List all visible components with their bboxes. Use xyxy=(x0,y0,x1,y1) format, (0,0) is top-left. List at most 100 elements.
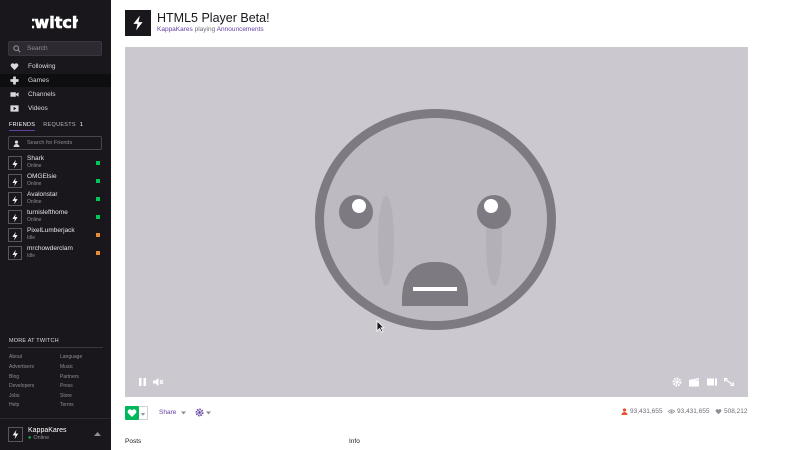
playing-text: playing xyxy=(194,26,216,33)
footer-link[interactable]: Music xyxy=(60,364,73,370)
volume-icon[interactable] xyxy=(152,377,164,387)
nav-videos[interactable]: Videos xyxy=(0,102,111,115)
lightning-icon xyxy=(133,15,143,31)
footer-link[interactable]: About xyxy=(9,354,22,360)
status-dot-idle xyxy=(96,251,100,255)
footer-link[interactable]: Partners xyxy=(60,374,79,380)
chevron-down-icon[interactable] xyxy=(206,411,211,415)
lightning-icon xyxy=(12,213,18,223)
person-icon xyxy=(621,408,628,415)
friend-item[interactable]: mrchowderclam Idle xyxy=(8,245,100,260)
more-at-twitch-heading: MORE AT TWITCH xyxy=(9,338,59,344)
share-button[interactable]: Share xyxy=(159,409,176,416)
friend-avatar xyxy=(8,174,22,188)
nav-following[interactable]: Following xyxy=(0,60,111,73)
friend-item[interactable]: Avalonstar Online xyxy=(8,191,100,206)
status-dot-idle xyxy=(96,233,100,237)
friend-status: Online xyxy=(27,163,42,169)
heart-icon xyxy=(127,409,137,417)
status-dot-online xyxy=(96,179,100,183)
footer-link[interactable]: Language xyxy=(60,354,82,360)
friends-tabs: FRIENDS REQUESTS 1 xyxy=(9,122,83,131)
heart-icon xyxy=(10,63,19,71)
user-status: ● Online xyxy=(28,435,49,441)
sloth-emote-placeholder xyxy=(315,109,556,330)
friend-status: Online xyxy=(27,217,42,223)
search-input[interactable]: Search xyxy=(8,41,102,56)
hearts-stat: 508,212 xyxy=(715,408,748,415)
chevron-up-icon[interactable] xyxy=(94,431,101,437)
friend-name: PixelLumberjack xyxy=(27,227,75,234)
friend-status: Online xyxy=(27,199,42,205)
tab-requests[interactable]: REQUESTS xyxy=(43,122,76,131)
streamer-link[interactable]: KappaKares xyxy=(157,26,193,33)
friend-item[interactable]: PixelLumberjack Idle xyxy=(8,227,100,242)
footer-link[interactable]: Terms xyxy=(60,402,74,408)
search-placeholder: Search xyxy=(27,45,48,52)
friends-search-input[interactable]: Search for Friends xyxy=(8,136,102,150)
friend-item[interactable]: Shark Online xyxy=(8,155,100,170)
friend-avatar xyxy=(8,228,22,242)
follow-button[interactable] xyxy=(125,406,139,420)
tab-friends[interactable]: FRIENDS xyxy=(9,122,36,131)
play-icon xyxy=(10,105,19,112)
lightning-icon xyxy=(12,195,18,205)
status-dot-online xyxy=(96,197,100,201)
footer-link[interactable]: Press xyxy=(60,383,73,389)
svg-text:twitch: twitch xyxy=(32,13,78,32)
friends-search-placeholder: Search for Friends xyxy=(27,140,73,146)
settings-icon[interactable] xyxy=(671,377,683,387)
chevron-down-icon xyxy=(140,413,146,416)
gear-icon[interactable] xyxy=(195,408,204,417)
mouse-cursor-icon xyxy=(376,320,385,333)
nav-games-label: Games xyxy=(28,77,49,84)
clip-icon[interactable] xyxy=(688,377,700,387)
footer-link[interactable]: Advertisers xyxy=(9,364,34,370)
follow-dropdown-button[interactable] xyxy=(139,406,148,420)
chevron-down-icon[interactable] xyxy=(181,411,186,415)
video-player[interactable] xyxy=(125,47,748,397)
status-dot-online xyxy=(96,215,100,219)
nav-channels[interactable]: Channels xyxy=(0,88,111,101)
footer-link[interactable]: Blog xyxy=(9,374,19,380)
lightning-icon xyxy=(12,249,18,259)
friend-avatar xyxy=(8,192,22,206)
requests-count-badge: 1 xyxy=(79,122,84,128)
friend-name: Avalonstar xyxy=(27,191,58,198)
friend-name: turnislefthome xyxy=(27,209,68,216)
user-status-text: Online xyxy=(33,435,50,441)
lightning-icon xyxy=(12,429,19,440)
gamepad-icon xyxy=(10,76,19,85)
pause-icon[interactable] xyxy=(137,377,149,387)
fullscreen-icon[interactable] xyxy=(723,377,735,387)
footer-link[interactable]: Help xyxy=(9,402,19,408)
friend-item[interactable]: OMGElsie Online xyxy=(8,173,100,188)
search-icon xyxy=(13,44,21,53)
hearts-count: 508,212 xyxy=(724,408,748,415)
footer-link[interactable]: Jobs xyxy=(9,393,20,399)
views-stat: 93,431,655 xyxy=(668,408,710,415)
nav-games[interactable]: Games xyxy=(0,74,111,87)
current-user[interactable]: KappaKares ● Online xyxy=(0,418,111,450)
channel-avatar[interactable] xyxy=(125,10,151,36)
info-heading: Info xyxy=(349,438,360,445)
friend-avatar xyxy=(8,246,22,260)
followers-stat: 93,431,655 xyxy=(621,408,663,415)
posts-heading: Posts xyxy=(125,438,142,445)
camera-icon xyxy=(10,92,19,97)
channel-title: HTML5 Player Beta! xyxy=(157,11,270,25)
theater-icon[interactable] xyxy=(706,377,718,387)
lightning-icon xyxy=(12,231,18,241)
friend-item[interactable]: turnislefthome Online xyxy=(8,209,100,224)
game-link[interactable]: Announcements xyxy=(217,26,264,33)
user-name: KappaKares xyxy=(28,427,67,434)
footer-link[interactable]: Developers xyxy=(9,383,34,389)
nav-following-label: Following xyxy=(28,63,56,70)
friend-status: Online xyxy=(27,181,42,187)
footer-link[interactable]: Store xyxy=(60,393,72,399)
divider xyxy=(8,347,103,348)
twitch-logo[interactable]: twitch xyxy=(32,12,78,32)
user-icon xyxy=(13,139,20,147)
nav-videos-label: Videos xyxy=(28,105,48,112)
friend-name: Shark xyxy=(27,155,44,162)
